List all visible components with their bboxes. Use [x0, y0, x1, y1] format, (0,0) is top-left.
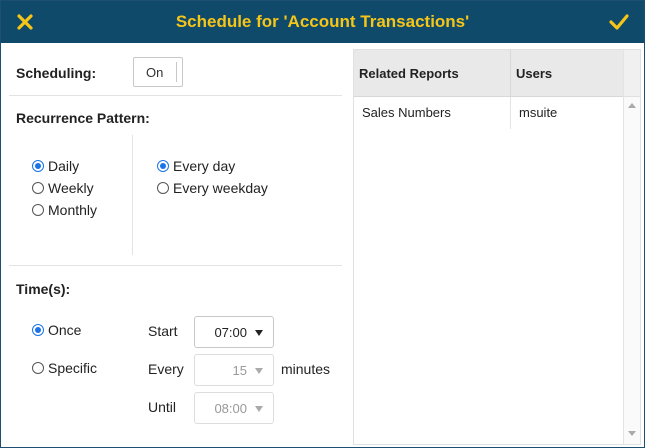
minutes-label: minutes	[281, 361, 331, 377]
every-interval-select[interactable]: 15	[194, 354, 274, 386]
column-header-users[interactable]: Users	[511, 50, 624, 97]
start-label: Start	[148, 323, 178, 339]
schedule-dialog: Schedule for 'Account Transactions' Sche…	[0, 0, 645, 448]
radio-indicator	[32, 204, 44, 216]
radio-daily-label: Daily	[48, 158, 80, 174]
radio-indicator	[32, 324, 44, 336]
scheduling-toggle-label: On	[146, 65, 164, 80]
chevron-down-icon	[255, 330, 263, 336]
divider	[9, 95, 342, 96]
radio-indicator	[32, 160, 44, 172]
radio-specific[interactable]: Specific	[32, 360, 97, 376]
radio-indicator	[157, 182, 169, 194]
cell-user: msuite	[519, 105, 558, 120]
settings-panel: Scheduling: On Recurrence Pattern: Daily…	[1, 43, 351, 447]
radio-every-weekday-label: Every weekday	[173, 180, 268, 196]
radio-once-label: Once	[48, 322, 82, 338]
recurrence-label: Recurrence Pattern:	[16, 110, 150, 126]
radio-every-day-label: Every day	[173, 158, 236, 174]
start-time-select[interactable]: 07:00	[194, 316, 274, 348]
until-label: Until	[148, 399, 177, 415]
cell-report: Sales Numbers	[354, 97, 511, 129]
chevron-down-icon	[255, 368, 263, 374]
until-time-select[interactable]: 08:00	[194, 392, 274, 424]
scheduling-toggle[interactable]: On	[133, 57, 183, 87]
radio-every-weekday[interactable]: Every weekday	[157, 180, 268, 196]
scheduling-label: Scheduling:	[16, 65, 97, 81]
radio-monthly[interactable]: Monthly	[32, 202, 97, 218]
divider	[9, 265, 342, 266]
radio-daily[interactable]: Daily	[32, 158, 79, 174]
radio-monthly-label: Monthly	[48, 202, 98, 218]
every-label: Every	[148, 361, 184, 377]
radio-every-day[interactable]: Every day	[157, 158, 235, 174]
vertical-scrollbar[interactable]	[623, 50, 640, 444]
column-header-related-reports[interactable]: Related Reports	[354, 50, 511, 97]
radio-indicator	[32, 362, 44, 374]
scrollbar-header	[624, 50, 640, 97]
checkmark-icon	[609, 14, 629, 30]
times-label: Time(s):	[16, 281, 71, 297]
toggle-handle	[176, 62, 177, 82]
radio-once[interactable]: Once	[32, 322, 81, 338]
radio-weekly-label: Weekly	[48, 180, 94, 196]
until-time-value: 08:00	[214, 401, 247, 416]
title-bar: Schedule for 'Account Transactions'	[1, 1, 644, 43]
related-reports-grid: Related Reports Users Sales Numbers msui…	[353, 49, 641, 445]
scroll-up-icon[interactable]	[628, 103, 636, 108]
confirm-button[interactable]	[608, 12, 630, 32]
radio-indicator	[157, 160, 169, 172]
grid-header: Related Reports Users	[354, 50, 624, 97]
table-row[interactable]: Sales Numbers msuite	[354, 97, 624, 129]
dialog-title: Schedule for 'Account Transactions'	[175, 12, 470, 31]
chevron-down-icon	[255, 406, 263, 412]
radio-indicator	[32, 182, 44, 194]
radio-weekly[interactable]: Weekly	[32, 180, 94, 196]
divider	[132, 135, 133, 255]
every-interval-value: 15	[232, 363, 247, 378]
scroll-down-icon[interactable]	[628, 431, 636, 436]
start-time-value: 07:00	[214, 325, 247, 340]
radio-specific-label: Specific	[48, 360, 98, 376]
